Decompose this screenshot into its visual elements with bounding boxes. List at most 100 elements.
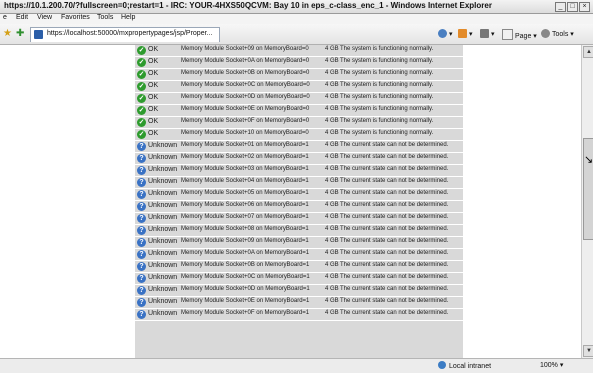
menu-favorites[interactable]: Favorites [61,14,90,21]
module-size: 4 GB [325,70,339,76]
status-label: Unknown [148,310,178,317]
status-message: The current state can not be determined. [340,166,449,172]
table-row: ? Unknown Memory Module Socket+05 on Memor… [135,189,463,201]
module-description: Memory Module Socket+0E on MemoryBoard=1 [181,298,310,304]
status-message: The current state can not be determined. [340,274,449,280]
print-icon[interactable]: ▾ [480,29,495,38]
scroll-down-arrow-icon[interactable]: ▼ [583,345,593,357]
module-size: 4 GB [325,310,339,316]
table-row: ? Unknown Memory Module Socket+02 on Memor… [135,153,463,165]
table-row: ? Unknown Memory Module Socket+01 on Memor… [135,141,463,153]
memory-status-table: ✓ OK Memory Module Socket+09 on MemoryBoar… [135,45,463,358]
status-message: The system is functioning normally. [340,130,434,136]
menu-edit[interactable]: Edit [16,14,28,21]
status-label: Unknown [148,238,178,245]
table-row: ✓ OK Memory Module Socket+10 on MemoryBoar… [135,129,463,141]
scroll-up-arrow-icon[interactable]: ▲ [583,46,593,58]
status-message: The system is functioning normally. [340,106,434,112]
title-bar: https://10.1.200.70/?fullscreen=0;restar… [0,0,593,14]
module-size: 4 GB [325,178,339,184]
module-size: 4 GB [325,106,339,112]
status-label: OK [148,82,159,89]
question-icon: ? [137,154,146,163]
module-description: Memory Module Socket+0B on MemoryBoard=1 [181,262,310,268]
status-bar: Local intranet 100% ▾ [0,358,593,373]
home-icon[interactable]: ▾ [438,29,453,38]
menu-help[interactable]: Help [121,14,135,21]
browser-tab[interactable]: https://localhost:50000/mxpropertypages/… [30,27,220,42]
table-row: ? Unknown Memory Module Socket+0D on Memor… [135,285,463,297]
module-description: Memory Module Socket+0A on MemoryBoard=1 [181,250,310,256]
security-zone[interactable]: Local intranet [438,361,491,370]
check-icon: ✓ [137,118,146,127]
menu-ie[interactable]: e [3,14,7,21]
status-message: The current state can not be determined. [340,262,449,268]
menu-tools[interactable]: Tools [97,14,113,21]
table-row: ? Unknown Memory Module Socket+04 on Memor… [135,177,463,189]
status-label: Unknown [148,214,178,221]
module-description: Memory Module Socket+08 on MemoryBoard=1 [181,226,309,232]
status-label: OK [148,118,159,125]
status-label: Unknown [148,286,178,293]
security-zone-label: Local intranet [449,363,492,370]
close-button[interactable]: × [579,2,590,12]
module-description: Memory Module Socket+01 on MemoryBoard=1 [181,142,309,148]
table-row: ? Unknown Memory Module Socket+07 on Memor… [135,213,463,225]
question-icon: ? [137,214,146,223]
module-description: Memory Module Socket+0F on MemoryBoard=0 [181,118,310,124]
table-row: ? Unknown Memory Module Socket+0F on Memor… [135,309,463,321]
maximize-button[interactable]: □ [567,2,578,12]
status-label: Unknown [148,154,178,161]
question-icon: ? [137,202,146,211]
module-size: 4 GB [325,118,339,124]
page-menu-button[interactable]: Page ▾ [502,29,537,40]
module-size: 4 GB [325,286,339,292]
module-size: 4 GB [325,190,339,196]
status-message: The current state can not be determined. [340,142,449,148]
question-icon: ? [137,238,146,247]
window-title: https://10.1.200.70/?fullscreen=0;restar… [4,1,492,10]
module-size: 4 GB [325,46,339,52]
table-row: ✓ OK Memory Module Socket+0B on MemoryBoar… [135,69,463,81]
tools-menu-button[interactable]: Tools ▾ [541,29,574,38]
table-row: ? Unknown Memory Module Socket+0E on Memor… [135,297,463,309]
status-label: Unknown [148,202,178,209]
feeds-icon[interactable]: ▾ [458,29,473,38]
table-row: ? Unknown Memory Module Socket+09 on Memor… [135,237,463,249]
favorites-star-icon[interactable]: ★ [3,28,12,39]
module-size: 4 GB [325,154,339,160]
table-row: ? Unknown Memory Module Socket+0C on Memor… [135,273,463,285]
status-label: OK [148,70,159,77]
status-message: The system is functioning normally. [340,94,434,100]
gear-icon [541,29,550,38]
module-description: Memory Module Socket+0F on MemoryBoard=1 [181,310,310,316]
minimize-button[interactable]: _ [555,2,566,12]
module-description: Memory Module Socket+0B on MemoryBoard=0 [181,70,310,76]
menu-bar: e Edit View Favorites Tools Help [0,14,593,24]
module-description: Memory Module Socket+05 on MemoryBoard=1 [181,190,309,196]
module-description: Memory Module Socket+0D on MemoryBoard=0 [181,94,310,100]
add-favorite-icon[interactable]: ✚ [16,28,24,39]
page-icon [502,29,513,40]
module-description: Memory Module Socket+02 on MemoryBoard=1 [181,154,309,160]
status-message: The current state can not be determined. [340,202,449,208]
vertical-scrollbar[interactable]: ▲ ▼ [581,45,593,358]
question-icon: ? [137,262,146,271]
table-row: ? Unknown Memory Module Socket+03 on Memor… [135,165,463,177]
module-description: Memory Module Socket+09 on MemoryBoard=1 [181,238,309,244]
status-label: OK [148,58,159,65]
menu-view[interactable]: View [37,14,52,21]
tools-menu-label: Tools ▾ [552,31,574,38]
zoom-level[interactable]: 100% ▾ [540,361,563,369]
mouse-cursor-icon: ↘ [584,154,593,166]
status-label: Unknown [148,190,178,197]
module-size: 4 GB [325,214,339,220]
module-size: 4 GB [325,226,339,232]
question-icon: ? [137,310,146,319]
question-icon: ? [137,226,146,235]
status-label: OK [148,106,159,113]
status-label: Unknown [148,250,178,257]
status-message: The system is functioning normally. [340,82,434,88]
check-icon: ✓ [137,70,146,79]
table-row: ✓ OK Memory Module Socket+09 on MemoryBoar… [135,45,463,57]
